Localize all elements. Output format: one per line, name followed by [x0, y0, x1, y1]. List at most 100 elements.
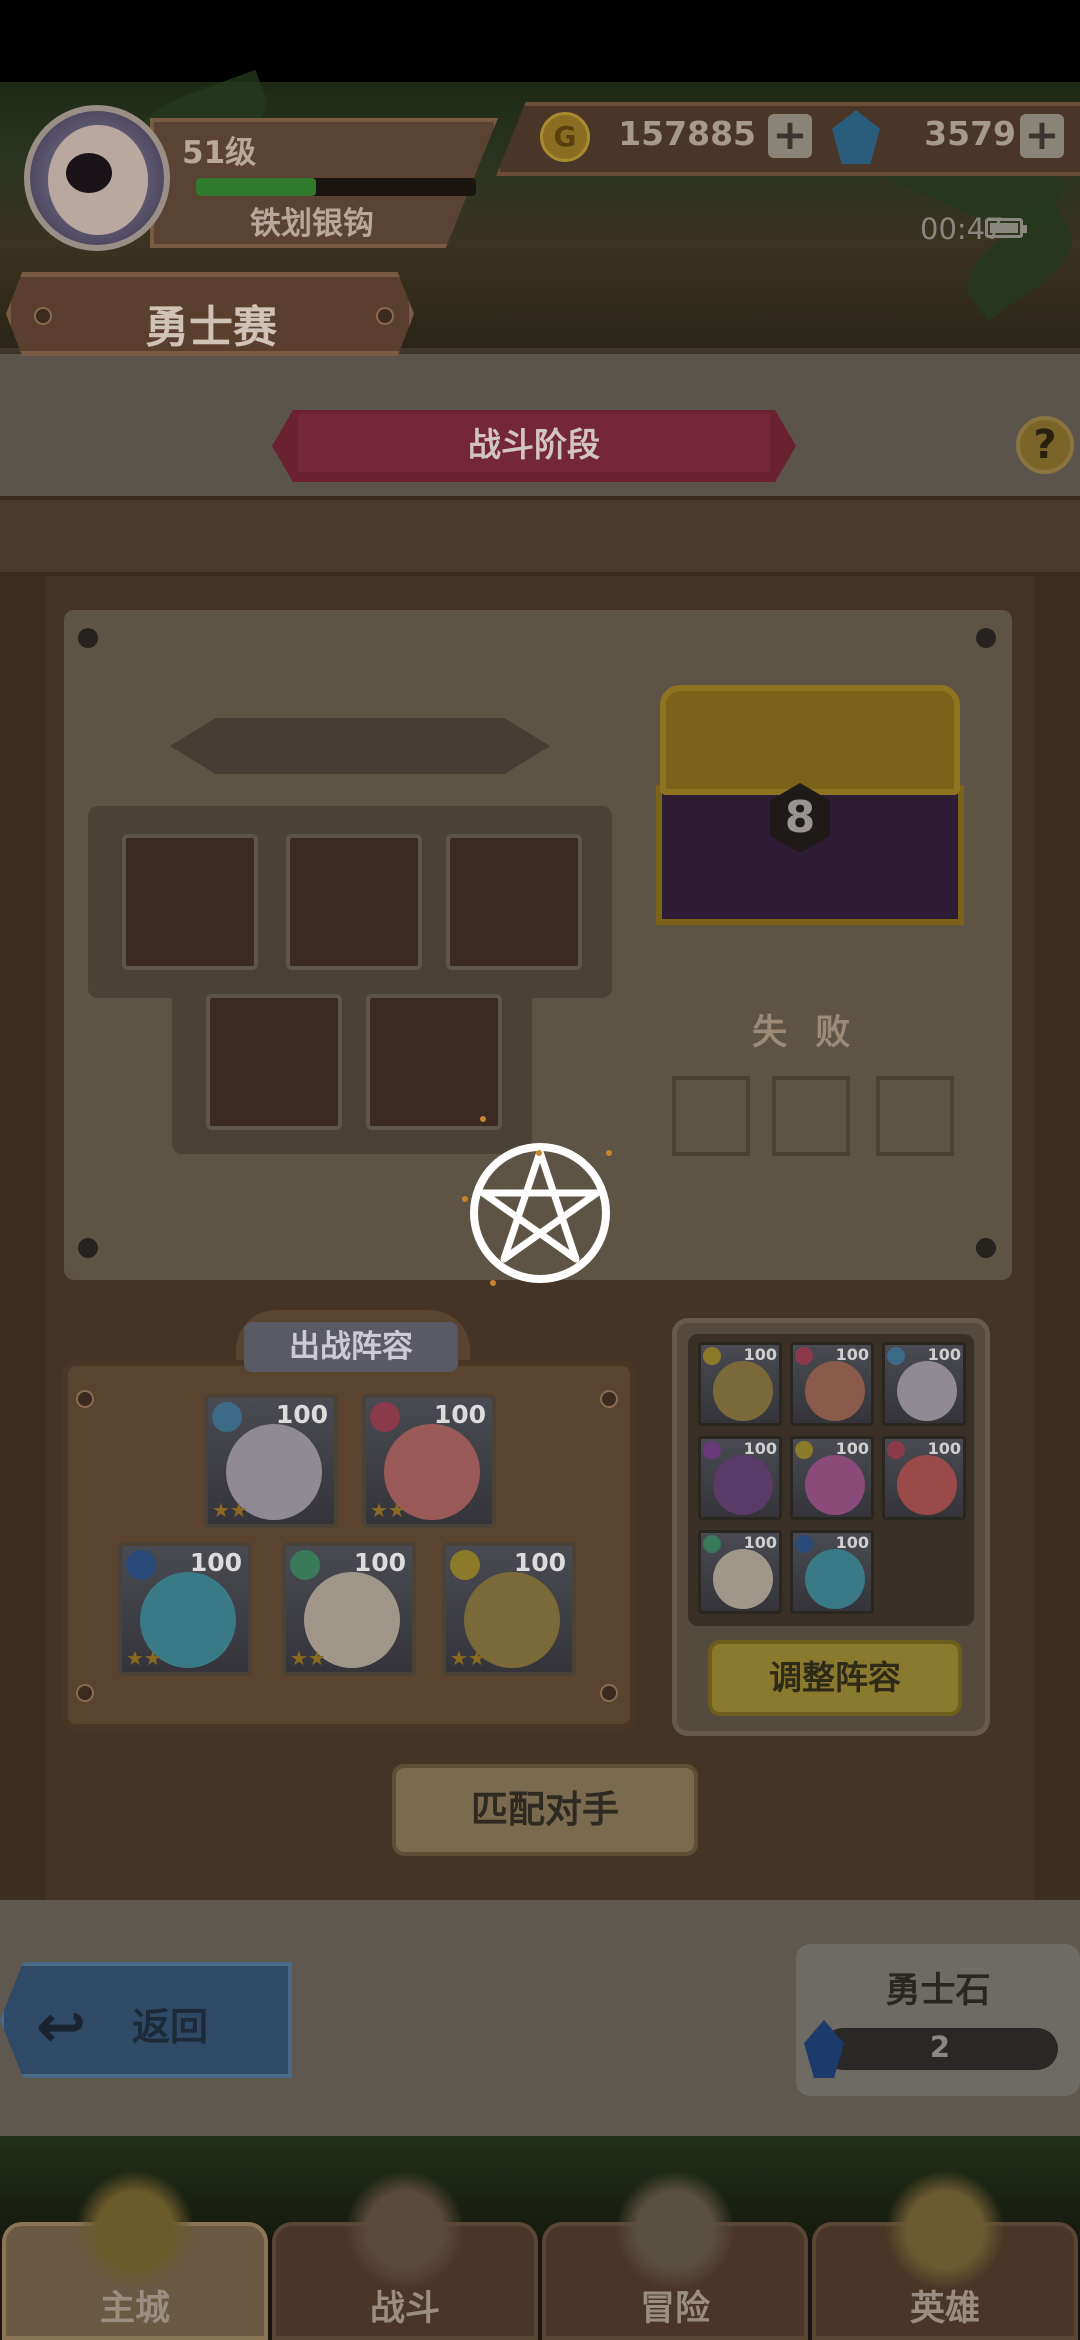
hero-portrait — [805, 1549, 865, 1609]
lineup-hero-card[interactable]: 100 ★★ — [204, 1394, 338, 1528]
stage-label: 战斗阶段 — [468, 425, 600, 464]
nav-tab-label: 战斗 — [369, 2289, 440, 2329]
gold-coin-icon: G — [540, 112, 590, 162]
lineup-hero-card[interactable]: 100 ★★ — [362, 1394, 496, 1528]
lineup-hero-card[interactable]: 100 ★★ — [442, 1542, 576, 1676]
opponent-name-banner — [170, 718, 550, 774]
hero-class-icon — [212, 1402, 242, 1432]
pentagram-loading-icon — [470, 1143, 610, 1283]
wood-pillar-left — [0, 576, 46, 1916]
roster-hero-card[interactable]: 100 — [790, 1436, 874, 1520]
roster-hero-card[interactable]: 100 — [790, 1530, 874, 1614]
rivet-icon — [34, 307, 52, 325]
eyepatch-icon — [66, 153, 112, 193]
enemy-hero-slot — [446, 834, 582, 970]
battery-icon — [985, 218, 1027, 238]
nav-tab-label: 英雄 — [909, 2289, 980, 2329]
battle-result-status: 失 败 — [752, 1013, 859, 1053]
roster-hero-card[interactable]: 100 — [698, 1342, 782, 1426]
screen-title: 勇士赛 — [145, 302, 277, 353]
match-opponent-button[interactable]: 匹配对手 — [392, 1764, 698, 1856]
hero-portrait — [897, 1455, 957, 1515]
hero-class-icon — [703, 1535, 721, 1553]
enemy-hero-slot — [286, 834, 422, 970]
adventure-scroll-icon — [615, 2170, 735, 2290]
hero-level: 100 — [513, 1548, 566, 1577]
hero-portrait — [897, 1361, 957, 1421]
lineup-hero-card[interactable]: 100 ★★ — [282, 1542, 416, 1676]
hero-class-icon — [795, 1535, 813, 1553]
hero-level: 100 — [743, 1533, 777, 1552]
rivet-icon — [78, 1238, 98, 1258]
hero-class-icon — [370, 1402, 400, 1432]
hero-level: 100 — [433, 1400, 486, 1429]
hero-class-icon — [795, 1441, 813, 1459]
hero-stars-icon: ★★ — [126, 1646, 162, 1670]
hero-class-icon — [703, 1347, 721, 1365]
gem-amount: 3579 — [924, 114, 1016, 153]
help-button[interactable]: ? — [1016, 416, 1074, 474]
player-level: 51级 — [182, 135, 257, 171]
adjust-lineup-button[interactable]: 调整阵容 — [708, 1640, 962, 1716]
roster-hero-card[interactable]: 100 — [790, 1342, 874, 1426]
add-gems-button[interactable]: + — [1020, 114, 1064, 158]
hero-portrait — [713, 1549, 773, 1609]
enemy-hero-slot — [366, 994, 502, 1130]
result-box — [672, 1076, 750, 1156]
enemy-hero-slot — [206, 994, 342, 1130]
add-coins-button[interactable]: + — [768, 114, 812, 158]
rivet-icon — [376, 307, 394, 325]
rivet-icon — [600, 1684, 618, 1702]
rivet-icon — [976, 628, 996, 648]
hero-class-icon — [450, 1550, 480, 1580]
spark — [480, 1116, 486, 1122]
reward-chest[interactable]: 8 — [640, 665, 980, 935]
hero-portrait — [713, 1455, 773, 1515]
hero-class-icon — [887, 1347, 905, 1365]
player-name: 铁划银钩 — [250, 206, 374, 242]
roster-hero-card[interactable]: 100 — [698, 1530, 782, 1614]
rivet-icon — [78, 628, 98, 648]
hero-portrait — [713, 1361, 773, 1421]
avatar-face — [48, 125, 148, 235]
hero-crest-icon — [885, 2170, 1005, 2290]
enemy-hero-slot — [122, 834, 258, 970]
spark — [536, 1150, 542, 1156]
hero-class-icon — [795, 1347, 813, 1365]
spark — [462, 1196, 468, 1202]
hero-class-icon — [887, 1441, 905, 1459]
hero-class-icon — [126, 1550, 156, 1580]
chest-lid — [660, 685, 960, 795]
rivet-icon — [976, 1238, 996, 1258]
hero-level: 100 — [275, 1400, 328, 1429]
screen-title-plate: 勇士赛 — [6, 272, 414, 356]
hero-level: 100 — [927, 1439, 961, 1458]
roster-hero-card[interactable]: 100 — [698, 1436, 782, 1520]
hero-portrait — [805, 1361, 865, 1421]
nav-tab-label: 主城 — [99, 2289, 170, 2329]
wood-band — [0, 496, 1080, 576]
hero-stars-icon: ★★ — [290, 1646, 326, 1670]
city-gate-icon — [75, 2170, 195, 2290]
rivet-icon — [76, 1684, 94, 1702]
hero-level: 100 — [835, 1439, 869, 1458]
xp-bar-fill — [196, 178, 316, 196]
spark — [606, 1150, 612, 1156]
rivet-icon — [76, 1390, 94, 1408]
wood-pillar-right — [1034, 576, 1080, 1916]
roster-hero-card[interactable]: 100 — [882, 1436, 966, 1520]
hero-level: 100 — [927, 1345, 961, 1364]
hero-class-icon — [703, 1441, 721, 1459]
hero-level: 100 — [835, 1345, 869, 1364]
player-avatar[interactable] — [24, 105, 170, 251]
hero-level: 100 — [353, 1548, 406, 1577]
roster-hero-card[interactable]: 100 — [882, 1342, 966, 1426]
hero-stars-icon: ★★ — [450, 1646, 486, 1670]
hero-stars-icon: ★★ — [212, 1498, 248, 1522]
crossed-swords-icon — [345, 2170, 465, 2290]
top-black-bar — [0, 0, 1080, 82]
lineup-label: 出战阵容 — [244, 1322, 458, 1372]
hero-level: 100 — [743, 1439, 777, 1458]
lineup-hero-card[interactable]: 100 ★★ — [118, 1542, 252, 1676]
warrior-stone-count: 2 — [929, 2030, 951, 2064]
